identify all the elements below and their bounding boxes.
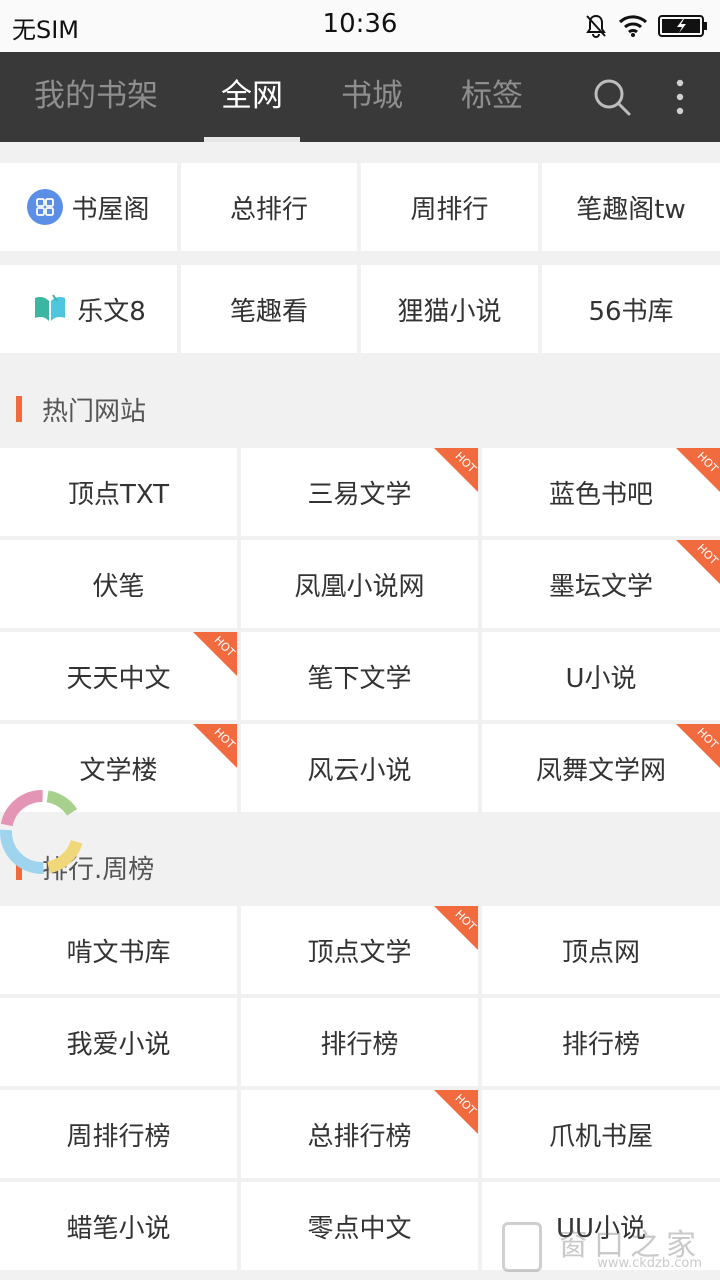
hot-badge: HOT — [434, 906, 478, 950]
hot-badge: HOT — [676, 448, 720, 492]
site-label: 天天中文 — [66, 663, 171, 694]
section-title: 热门网站 — [42, 396, 147, 427]
site-label: 零点中文 — [307, 1213, 412, 1244]
site-item[interactable]: 爪机书屋 — [482, 1090, 720, 1178]
site-label: 墨坛文学 — [548, 571, 653, 602]
quick-site-label: 笔趣看 — [229, 296, 308, 327]
site-item[interactable]: 总排行榜 HOT — [241, 1090, 478, 1178]
quick-site-item[interactable]: 周排行 — [361, 163, 538, 251]
site-item[interactable]: 周排行榜 — [0, 1090, 237, 1178]
loading-spinner-icon — [0, 784, 90, 880]
site-label: 啃文书库 — [66, 937, 171, 968]
site-label: 伏笔 — [92, 571, 145, 602]
site-item[interactable]: 我爱小说 — [0, 998, 237, 1086]
site-item[interactable]: 顶点TXT — [0, 448, 237, 536]
hot-badge: HOT — [193, 632, 237, 676]
site-item[interactable]: 顶点文学 HOT — [241, 906, 478, 994]
site-label: 蜡笔小说 — [66, 1213, 171, 1244]
site-label: 我爱小说 — [66, 1029, 171, 1060]
quick-site-label: 乐文8 — [77, 296, 146, 327]
site-item[interactable]: 笔下文学 — [241, 632, 478, 720]
grid-logo-icon — [27, 189, 64, 225]
site-label: 顶点网 — [561, 937, 640, 968]
quick-site-item[interactable]: 笔趣阁tw — [542, 163, 720, 251]
site-label: 排行榜 — [320, 1029, 399, 1060]
site-item[interactable]: 天天中文 HOT — [0, 632, 237, 720]
site-item[interactable]: 蓝色书吧 HOT — [482, 448, 720, 536]
quick-site-label: 周排行 — [410, 194, 489, 225]
site-label: 凤舞文学网 — [535, 755, 666, 786]
site-item[interactable]: 蜡笔小说 — [0, 1182, 237, 1270]
site-label: 总排行榜 — [307, 1121, 412, 1152]
search-icon[interactable] — [584, 52, 640, 142]
top-nav: 我的书架 全网 书城 标签 — [0, 52, 720, 142]
hot-badge: HOT — [676, 724, 720, 768]
site-item[interactable]: 墨坛文学 HOT — [482, 540, 720, 628]
bell-muted-icon — [584, 13, 608, 39]
quick-site-item[interactable]: 总排行 — [181, 163, 357, 251]
section-accent-bar — [16, 396, 22, 422]
hot-badge: HOT — [434, 1090, 478, 1134]
quick-site-label: 笔趣阁tw — [576, 194, 686, 225]
site-label: 蓝色书吧 — [548, 479, 653, 510]
site-item[interactable]: 三易文学 HOT — [241, 448, 478, 536]
site-item[interactable]: 排行榜 — [482, 998, 720, 1086]
quick-site-item[interactable]: 书屋阁 — [0, 163, 177, 251]
tab-tags[interactable]: 标签 — [432, 52, 552, 142]
quick-site-label: 总排行 — [229, 194, 308, 225]
quick-site-label: 狸猫小说 — [397, 296, 502, 327]
tab-active-indicator — [204, 137, 300, 142]
site-item[interactable]: 零点中文 — [241, 1182, 478, 1270]
quick-site-label: 56书库 — [588, 296, 674, 327]
site-label: 排行榜 — [561, 1029, 640, 1060]
site-item[interactable]: 凤凰小说网 — [241, 540, 478, 628]
watermark-url: www.ckdzb.com — [597, 1256, 702, 1271]
tab-book-city[interactable]: 书城 — [312, 52, 432, 142]
quick-site-label: 书屋阁 — [71, 194, 150, 225]
site-label: 爪机书屋 — [548, 1121, 653, 1152]
section-rankings: 排行.周榜 — [0, 820, 720, 914]
more-vertical-icon[interactable] — [660, 52, 700, 142]
watermark: 窗口之家 www.ckdzb.com — [502, 1220, 712, 1274]
hot-badge: HOT — [676, 540, 720, 584]
quick-site-item[interactable]: 笔趣看 — [181, 265, 357, 353]
site-label: 凤凰小说网 — [294, 571, 425, 602]
wifi-icon — [618, 14, 648, 38]
site-item[interactable]: 凤舞文学网 HOT — [482, 724, 720, 812]
section-hot-sites: 热门网站 — [0, 362, 720, 456]
site-label: 文学楼 — [79, 755, 158, 786]
site-item[interactable]: 风云小说 — [241, 724, 478, 812]
quick-site-item[interactable]: 乐文8 — [0, 265, 177, 353]
site-label: 笔下文学 — [307, 663, 412, 694]
site-label: 周排行榜 — [66, 1121, 171, 1152]
tab-whole-web[interactable]: 全网 — [192, 52, 312, 142]
hot-badge: HOT — [193, 724, 237, 768]
tab-my-bookshelf[interactable]: 我的书架 — [16, 52, 176, 142]
book-logo-icon — [31, 292, 69, 326]
status-bar: 无SIM 10:36 — [0, 0, 720, 52]
site-label: 三易文学 — [307, 479, 412, 510]
site-label: U小说 — [565, 663, 637, 694]
site-label: 顶点TXT — [67, 479, 170, 510]
watermark-logo-icon — [502, 1222, 542, 1272]
site-label: 顶点文学 — [307, 937, 412, 968]
battery-charging-icon — [658, 14, 708, 38]
site-item[interactable]: U小说 — [482, 632, 720, 720]
site-item[interactable]: 伏笔 — [0, 540, 237, 628]
site-item[interactable]: 排行榜 — [241, 998, 478, 1086]
site-item[interactable]: 顶点网 — [482, 906, 720, 994]
hot-badge: HOT — [434, 448, 478, 492]
quick-site-item[interactable]: 56书库 — [542, 265, 720, 353]
site-label: 风云小说 — [307, 755, 412, 786]
quick-site-item[interactable]: 狸猫小说 — [361, 265, 538, 353]
site-item[interactable]: 啃文书库 — [0, 906, 237, 994]
